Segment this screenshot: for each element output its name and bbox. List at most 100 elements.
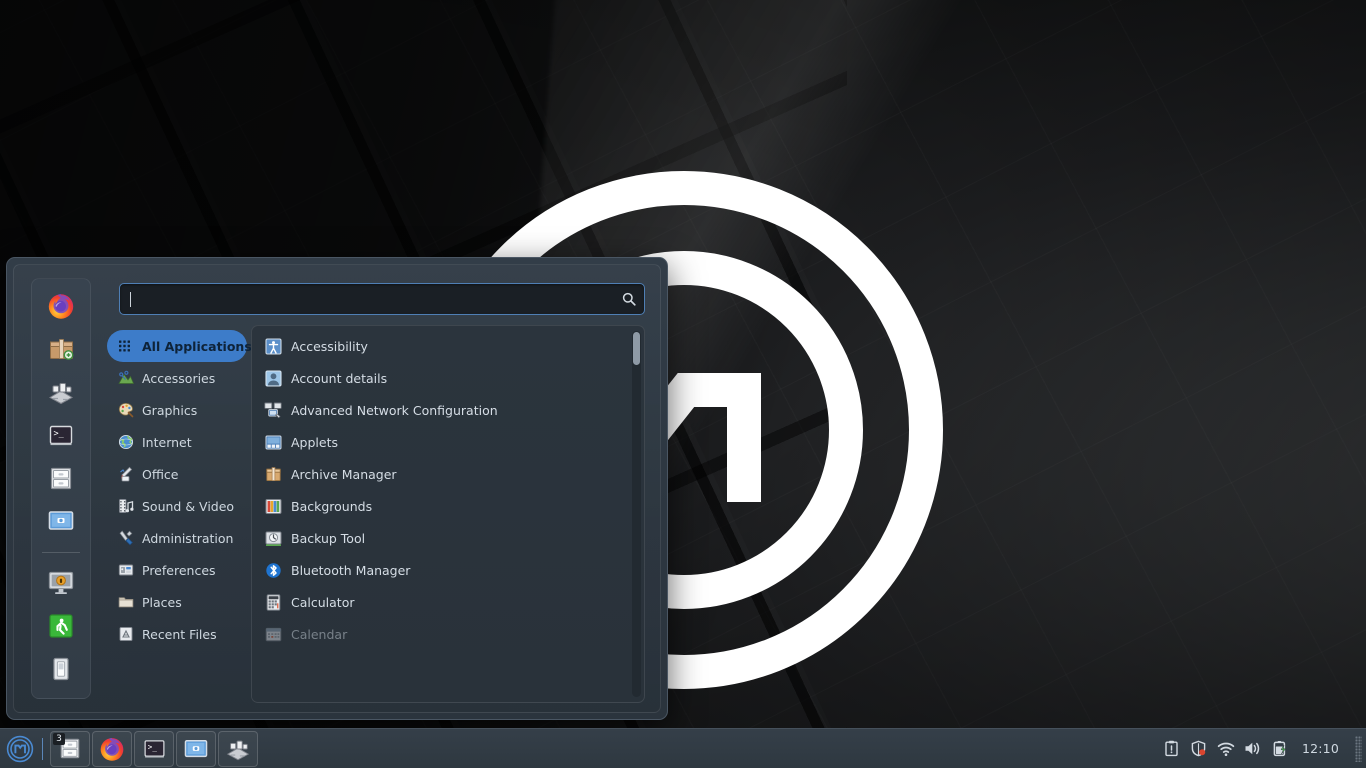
category-label: Office (142, 467, 179, 482)
fav-software-manager-button[interactable] (44, 332, 78, 366)
archive-manager-icon (264, 465, 282, 483)
category-item-all-applications[interactable]: All Applications (107, 330, 247, 362)
terminal-icon: >_ (142, 736, 167, 761)
fav-terminal-button[interactable]: >_ (44, 418, 78, 452)
software-manager-icon (48, 336, 75, 363)
app-item-calendar[interactable]: Calendar (252, 618, 628, 650)
app-item-label: Advanced Network Configuration (291, 403, 498, 418)
taskbar-app-software-sources[interactable] (218, 731, 258, 767)
taskbar-app-files[interactable]: 3 (50, 731, 90, 767)
graphics-icon (117, 402, 134, 419)
search-box[interactable] (119, 283, 645, 315)
taskbar-left-section: 3 (0, 729, 259, 768)
search-icon[interactable] (622, 292, 636, 306)
app-item-archive-manager[interactable]: Archive Manager (252, 458, 628, 490)
category-item-sound-video[interactable]: Sound & Video (107, 490, 247, 522)
application-list-pane: Accessibility Account details (251, 325, 645, 703)
app-item-bluetooth-manager[interactable]: Bluetooth Manager (252, 554, 628, 586)
fav-firefox-button[interactable] (44, 289, 78, 323)
mint-menu-button[interactable] (0, 729, 40, 768)
fav-log-out-button[interactable] (44, 609, 78, 643)
category-label: Internet (142, 435, 192, 450)
fav-shutdown-button[interactable] (44, 652, 78, 686)
application-list-scrollbar[interactable] (632, 331, 641, 697)
system-tray: 12:10 (1163, 729, 1366, 768)
category-item-graphics[interactable]: Graphics (107, 394, 247, 426)
accessories-icon (117, 370, 134, 387)
administration-icon (117, 530, 134, 547)
category-item-administration[interactable]: Administration (107, 522, 247, 554)
fav-files-button[interactable] (44, 461, 78, 495)
category-list: All Applications Accessories (107, 330, 247, 697)
battery-charging-icon[interactable] (1271, 740, 1289, 758)
terminal-icon: >_ (47, 421, 75, 449)
places-icon (117, 594, 134, 611)
favorites-rail: >_ (31, 278, 91, 699)
fav-software-sources-button[interactable] (44, 375, 78, 409)
mint-logo-icon (5, 734, 35, 764)
app-item-label: Calendar (291, 627, 347, 642)
category-item-recent-files[interactable]: Recent Files (107, 618, 247, 650)
app-item-calculator[interactable]: Calculator (252, 586, 628, 618)
app-item-label: Applets (291, 435, 338, 450)
app-item-applets[interactable]: Applets (252, 426, 628, 458)
category-item-places[interactable]: Places (107, 586, 247, 618)
fav-display-settings-button[interactable] (44, 504, 78, 538)
backup-tool-icon (264, 529, 282, 547)
application-menu-window: >_ (6, 257, 668, 720)
taskbar-badge: 3 (53, 733, 65, 745)
app-item-label: Bluetooth Manager (291, 563, 410, 578)
category-label: Places (142, 595, 182, 610)
network-config-icon (264, 401, 282, 419)
account-details-icon (264, 369, 282, 387)
category-label: Administration (142, 531, 233, 546)
app-item-label: Archive Manager (291, 467, 397, 482)
app-item-label: Backgrounds (291, 499, 372, 514)
category-item-accessories[interactable]: Accessories (107, 362, 247, 394)
firefox-icon (47, 292, 75, 320)
backgrounds-icon (264, 497, 282, 515)
favorites-divider (42, 552, 80, 553)
scrollbar-thumb[interactable] (633, 332, 640, 365)
category-item-preferences[interactable]: Preferences (107, 554, 247, 586)
taskbar-clock[interactable]: 12:10 (1298, 741, 1343, 756)
app-item-account-details[interactable]: Account details (252, 362, 628, 394)
taskbar: 3 (0, 728, 1366, 768)
app-item-backup-tool[interactable]: Backup Tool (252, 522, 628, 554)
lock-screen-icon (47, 570, 75, 596)
svg-text:>_: >_ (147, 742, 157, 751)
fav-lock-screen-button[interactable] (44, 566, 78, 600)
app-item-label: Calculator (291, 595, 354, 610)
app-item-backgrounds[interactable]: Backgrounds (252, 490, 628, 522)
applets-icon (264, 433, 282, 451)
category-item-internet[interactable]: Internet (107, 426, 247, 458)
panel-resize-grip[interactable] (1355, 736, 1362, 762)
files-icon (48, 465, 74, 492)
software-sources-icon (47, 378, 75, 406)
taskbar-app-display-settings[interactable] (176, 731, 216, 767)
search-row (119, 283, 645, 315)
bluetooth-icon (264, 561, 282, 579)
internet-icon (117, 434, 134, 451)
grid-icon (117, 338, 134, 355)
category-label: Sound & Video (142, 499, 234, 514)
svg-text:>_: >_ (54, 429, 65, 439)
volume-icon[interactable] (1244, 740, 1262, 758)
application-list: Accessibility Account details (252, 330, 628, 702)
app-item-label: Backup Tool (291, 531, 365, 546)
search-input[interactable] (133, 292, 622, 307)
update-manager-icon[interactable] (1163, 740, 1181, 758)
app-item-advanced-network-configuration[interactable]: Advanced Network Configuration (252, 394, 628, 426)
software-sources-icon (225, 736, 251, 762)
category-label: Preferences (142, 563, 216, 578)
calculator-icon (264, 593, 282, 611)
taskbar-app-terminal[interactable]: >_ (134, 731, 174, 767)
sound-video-icon (117, 498, 134, 515)
taskbar-app-firefox[interactable] (92, 731, 132, 767)
app-item-label: Accessibility (291, 339, 368, 354)
firewall-shield-icon[interactable] (1190, 740, 1208, 758)
category-item-office[interactable]: Office (107, 458, 247, 490)
wifi-icon[interactable] (1217, 740, 1235, 758)
category-label: All Applications (142, 339, 252, 354)
app-item-accessibility[interactable]: Accessibility (252, 330, 628, 362)
